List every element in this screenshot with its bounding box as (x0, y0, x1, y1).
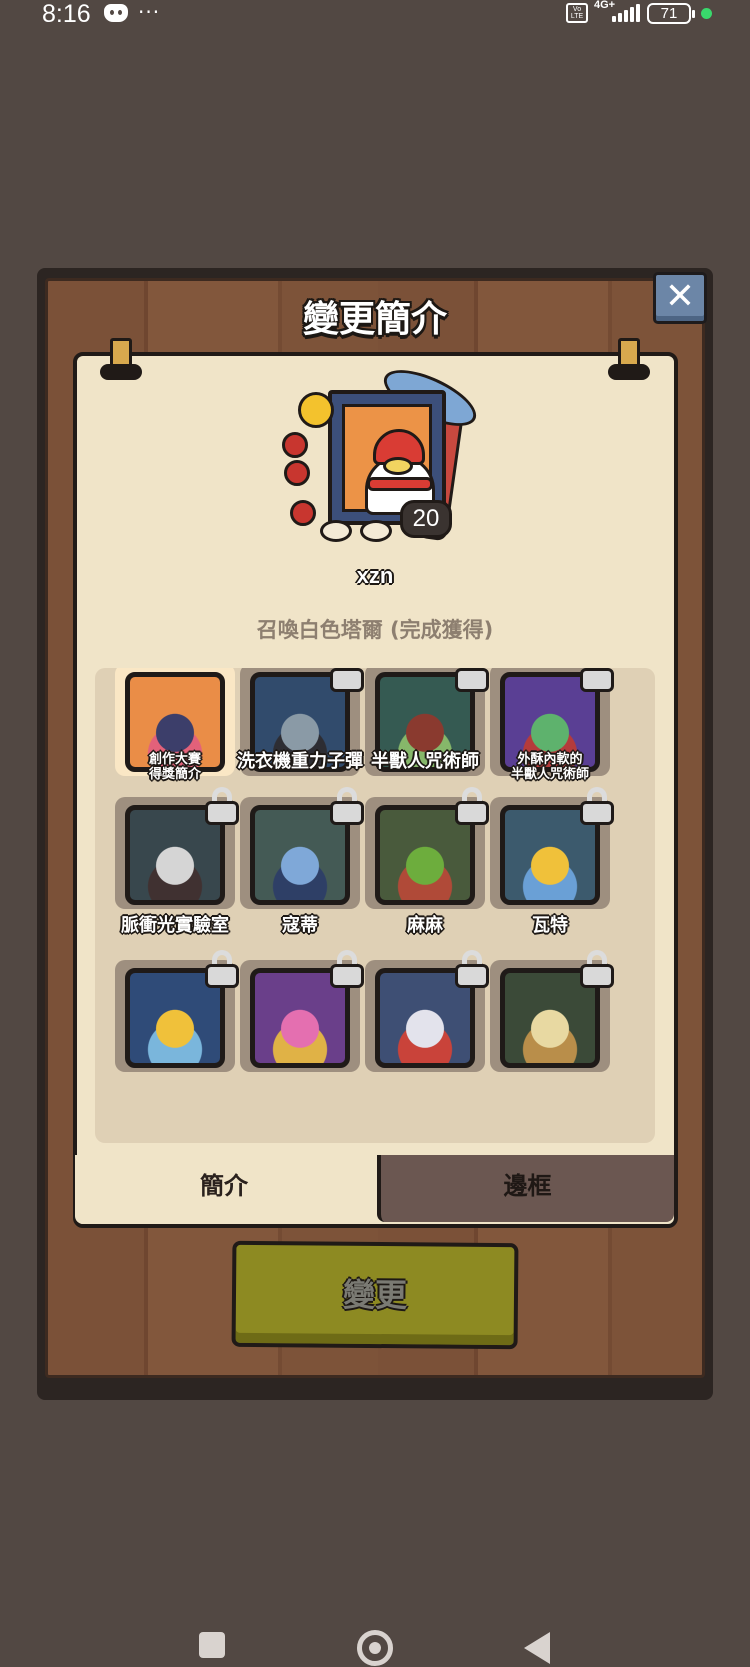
tile-label: 麻麻 (407, 915, 443, 936)
profile-tile[interactable] (365, 787, 489, 909)
tile-label: 寇蒂 (282, 915, 318, 936)
lock-icon (580, 950, 614, 988)
level-badge: 20 (400, 500, 452, 538)
signal-icon (612, 4, 640, 22)
profile-tile[interactable] (240, 787, 364, 909)
profile-tile[interactable] (115, 950, 239, 1072)
lock-icon (580, 787, 614, 825)
tab-frame[interactable]: 邊框 (377, 1155, 674, 1222)
rose-icon (290, 500, 316, 526)
more-notifications-icon: ··· (138, 0, 161, 24)
lock-icon (330, 787, 364, 825)
discord-icon (104, 4, 128, 22)
battery-icon: 71 (647, 3, 695, 24)
dialog-title: 變更簡介 (302, 299, 447, 340)
clip-icon (608, 338, 650, 380)
profile-tile[interactable] (490, 787, 614, 909)
status-time: 8:16 (42, 0, 91, 28)
lock-icon (330, 950, 364, 988)
status-bar: 8:16 ··· Vo LTE 4G+ 71 (0, 0, 750, 28)
rose-icon (284, 460, 310, 486)
close-button[interactable]: ✕ (653, 272, 707, 324)
lock-icon (205, 787, 239, 825)
username: xzn (356, 563, 394, 588)
tile-label: 洗衣機重力子彈 (237, 751, 363, 772)
lock-icon (455, 950, 489, 988)
lock-icon (455, 668, 489, 692)
tab-profile[interactable]: 簡介 (75, 1155, 373, 1224)
lock-icon (205, 950, 239, 988)
lock-icon (330, 668, 364, 692)
profile-tile[interactable] (490, 950, 614, 1072)
tile-label: 脈衝光實驗室 (121, 915, 229, 936)
green-dot-icon (701, 8, 712, 19)
clip-icon (100, 338, 142, 380)
profile-tile[interactable] (365, 950, 489, 1072)
profile-tile[interactable] (240, 950, 364, 1072)
profile-grid: 創作大賽 得獎簡介 洗衣機重力子彈 半獸人咒術師 外酥內軟的 半獸人咒術師脈衝光實驗室… (95, 668, 655, 1143)
lock-icon (580, 668, 614, 692)
tile-label: 瓦特 (532, 915, 568, 936)
volte-icon: Vo LTE (566, 3, 588, 23)
rose-icon (282, 432, 308, 458)
profile-tile[interactable] (115, 787, 239, 909)
profile-description: 召喚白色塔爾 (完成獲得) (256, 618, 494, 642)
back-button[interactable] (524, 1632, 550, 1664)
recents-button[interactable] (199, 1632, 225, 1658)
tile-label: 半獸人咒術師 (371, 751, 479, 772)
home-button[interactable] (357, 1630, 393, 1666)
sunflower-icon (298, 392, 334, 428)
glasses-icon (320, 520, 410, 546)
profile-avatar: 20 (280, 358, 484, 550)
change-button[interactable]: 變更 (231, 1240, 519, 1350)
tile-label: 創作大賽 得獎簡介 (148, 752, 201, 782)
lock-icon (455, 787, 489, 825)
tile-label: 外酥內軟的 半獸人咒術師 (510, 752, 589, 782)
